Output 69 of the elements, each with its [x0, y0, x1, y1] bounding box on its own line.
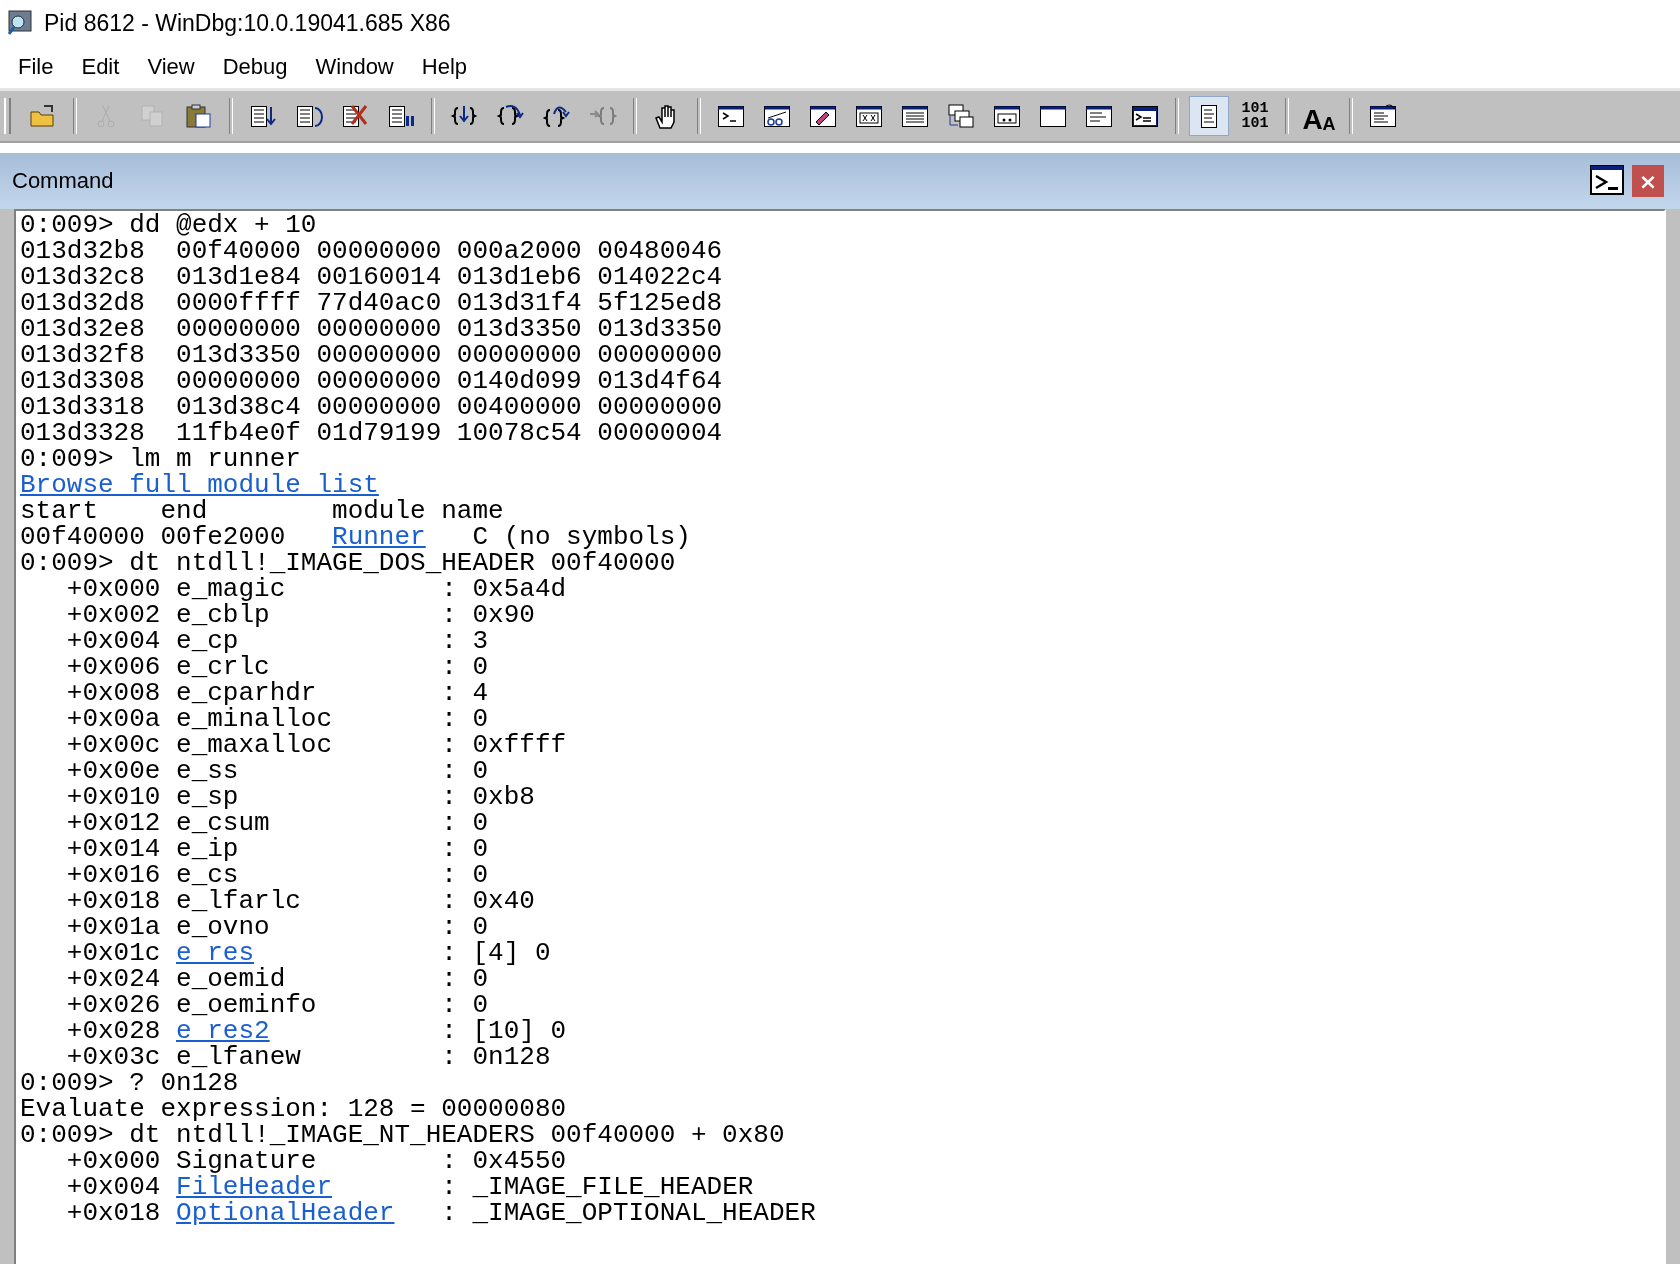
command-prompt-button[interactable]: [1590, 165, 1626, 197]
output-link[interactable]: e_res: [176, 940, 255, 966]
output-line: +0x000 e_magic : 0x5a4d: [65, 576, 568, 602]
stacked-windows-icon: [946, 102, 976, 130]
output-link[interactable]: FileHeader: [176, 1174, 333, 1200]
output-text: +0x018: [65, 1200, 162, 1226]
document-lines-button[interactable]: [1189, 96, 1229, 136]
output-line: 0:009> dt ntdll!_IMAGE_NT_HEADERS 00f40000 + 0x80: [20, 1122, 786, 1148]
menu-item[interactable]: Help: [407, 54, 481, 80]
output-line: 013d3318 013d38c4 00000000 00400000 00000000: [20, 394, 724, 420]
output-line: +0x024 e_oemid : 0: [65, 966, 489, 992]
magnifier-app-icon: [6, 9, 34, 37]
output-link[interactable]: Runner: [332, 524, 426, 550]
output-text: : _IMAGE_FILE_HEADER: [440, 1174, 754, 1200]
output-line: Evaluate expression: 128 = 00000080: [20, 1096, 567, 1122]
output-line: +0x006 e_crlc : 0: [65, 654, 490, 680]
output-line: +0x008 e_cparhdr : 4: [65, 680, 490, 706]
output-link[interactable]: OptionalHeader: [176, 1200, 395, 1226]
output-line: +0x010 e_sp : 0xb8: [65, 784, 536, 810]
command-prompt-icon: [1590, 165, 1624, 195]
output-line: start end module name: [20, 498, 505, 524]
output-line: 0:009> dd @edx + 10: [20, 212, 318, 238]
menu-item[interactable]: Edit: [67, 54, 134, 80]
output-line: +0x00e e_ss : 0: [65, 758, 489, 784]
output-line: +0x03c e_lfanew : 0n128: [65, 1044, 552, 1070]
output-line: 013d32e8 00000000 00000000 013d3350 013d3350: [20, 316, 724, 342]
output-text: : [10] 0: [440, 1018, 567, 1044]
output-line: 013d32b8 00f40000 00000000 000a2000 00480046: [20, 238, 724, 264]
output-text: 00f40000 00fe2000: [20, 524, 286, 550]
output-line: +0x004 e_cp : 3: [65, 628, 490, 654]
pane-title: Command: [12, 168, 114, 194]
output-line: +0x000 Signature : 0x4550: [65, 1148, 568, 1174]
output-line: +0x012 e_csum : 0: [65, 810, 490, 836]
toolbar-grip[interactable]: [4, 98, 11, 134]
menu-item[interactable]: File: [4, 54, 68, 80]
options-window-icon: [1368, 102, 1398, 130]
menu-item[interactable]: Debug: [208, 54, 302, 80]
output-line: +0x026 e_oeminfo : 0: [65, 992, 489, 1018]
output-text: +0x028: [65, 1018, 162, 1044]
font-button[interactable]: AA: [1299, 96, 1339, 136]
output-line: +0x014 e_ip : 0: [65, 836, 490, 862]
output-line: +0x00c e_maxalloc : 0xffff: [65, 732, 568, 758]
clipboard-icon: [184, 102, 214, 130]
output-line: +0x018 e_lfarlc : 0x40: [65, 888, 536, 914]
output-line: 0:009> lm m runner: [20, 446, 302, 472]
menu-item[interactable]: View: [133, 54, 209, 80]
output-line: 013d32d8 0000ffff 77d40ac0 013d31f4 5f125ed8: [20, 290, 724, 316]
output-line: +0x01a e_ovno : 0: [65, 914, 489, 940]
output-line: 013d32c8 013d1e84 00160014 013d1eb6 014022c4: [20, 264, 724, 290]
output-text: +0x01c: [65, 940, 162, 966]
binary-view-button[interactable]: 101 101: [1235, 96, 1275, 136]
output-line: +0x002 e_cblp : 0x90: [65, 602, 536, 628]
output-text: : _IMAGE_OPTIONAL_HEADER: [440, 1200, 816, 1226]
output-line: +0x016 e_cs : 0: [65, 862, 490, 888]
output-line: 0:009> ? 0n128: [20, 1070, 239, 1096]
output-text: +0x004: [65, 1174, 162, 1200]
menu-item[interactable]: Window: [301, 54, 408, 80]
output-text: : [4] 0: [440, 940, 551, 966]
output-line: 013d32f8 013d3350 00000000 00000000 00000000: [20, 342, 724, 368]
output-link[interactable]: Browse full module list: [20, 472, 379, 498]
output-line: +0x00a e_minalloc : 0: [65, 706, 489, 732]
output-line: 013d3308 00000000 00000000 0140d099 013d4f64: [20, 368, 724, 394]
close-button[interactable]: ×: [1632, 165, 1664, 197]
output-text: C (no symbols): [472, 524, 691, 550]
document-cross-icon: [340, 102, 370, 130]
output-link[interactable]: e_res2: [176, 1018, 270, 1044]
window-title: Pid 8612 - WinDbg:10.0.19041.685 X86: [44, 9, 451, 37]
output-line: 013d3328 11fb4e0f 01d79199 10078c54 00000004: [20, 420, 724, 446]
output-line: 0:009> dt ntdll!_IMAGE_DOS_HEADER 00f40000: [20, 550, 676, 576]
